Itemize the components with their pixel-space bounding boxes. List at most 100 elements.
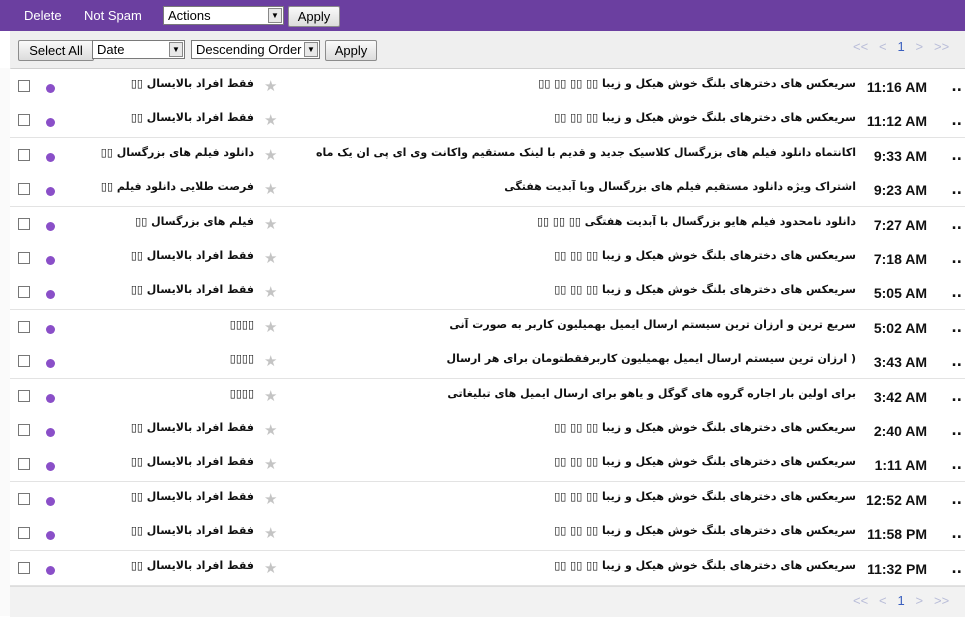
row-more[interactable]: .. — [951, 561, 962, 577]
row-checkbox[interactable] — [18, 424, 30, 436]
message-sender[interactable]: فقط افراد بالایسال ▯▯ — [74, 455, 254, 468]
delete-link[interactable]: Delete — [24, 8, 62, 23]
current-page[interactable]: 1 — [897, 593, 904, 608]
message-subject[interactable]: سریعکس های دخترهای بلنگ خوش هیکل و زیبا … — [296, 421, 856, 434]
message-row[interactable]: فقط افراد بالایسال ▯▯ ★ سریعکس های دخترهای… — [10, 482, 965, 517]
apply-sort-button[interactable]: Apply — [325, 40, 377, 61]
star-icon[interactable]: ★ — [264, 455, 277, 473]
message-row[interactable]: فقط افراد بالایسال ▯▯ ★ سریعکس های دخترهای… — [10, 103, 965, 138]
row-checkbox[interactable] — [18, 149, 30, 161]
message-row[interactable]: فقط افراد بالایسال ▯▯ ★ سریعکس های دخترهای… — [10, 275, 965, 310]
message-sender[interactable]: فقط افراد بالایسال ▯▯ — [74, 490, 254, 503]
star-icon[interactable]: ★ — [264, 215, 277, 233]
message-subject[interactable]: سریعکس های دخترهای بلنگ خوش هیکل و زیبا … — [296, 111, 856, 124]
first-page-link[interactable]: << — [853, 39, 868, 54]
row-more[interactable]: .. — [951, 217, 962, 233]
message-sender[interactable]: فیلم های بزرگسال ▯▯ — [74, 215, 254, 228]
actions-select[interactable]: Actions ▼ — [163, 6, 284, 25]
prev-page-link[interactable]: < — [879, 39, 887, 54]
apply-action-button[interactable]: Apply — [288, 6, 340, 27]
star-icon[interactable]: ★ — [264, 283, 277, 301]
sort-order-select[interactable]: Descending Order ▼ — [191, 40, 320, 59]
select-all-button[interactable]: Select All — [18, 40, 94, 61]
row-more[interactable]: .. — [951, 79, 962, 95]
star-icon[interactable]: ★ — [264, 146, 277, 164]
star-icon[interactable]: ★ — [264, 318, 277, 336]
row-checkbox[interactable] — [18, 458, 30, 470]
message-sender[interactable]: ▯▯▯▯ — [74, 352, 254, 365]
star-icon[interactable]: ★ — [264, 387, 277, 405]
chevron-down-icon[interactable]: ▼ — [268, 8, 282, 23]
last-page-link[interactable]: >> — [934, 39, 949, 54]
star-icon[interactable]: ★ — [264, 421, 277, 439]
message-row[interactable]: فیلم های بزرگسال ▯▯ ★ دانلود نامحدود فیلم … — [10, 207, 965, 242]
next-page-link[interactable]: > — [916, 593, 924, 608]
message-sender[interactable]: فرصت طلایی دانلود فیلم ▯▯ — [74, 180, 254, 193]
row-more[interactable]: .. — [951, 113, 962, 129]
message-row[interactable]: ▯▯▯▯ ★ ( ارزان ترین سیستم ارسال ایمیل بهمی… — [10, 344, 965, 379]
row-checkbox[interactable] — [18, 80, 30, 92]
message-row[interactable]: فقط افراد بالایسال ▯▯ ★ سریعکس های دخترهای… — [10, 447, 965, 482]
star-icon[interactable]: ★ — [264, 490, 277, 508]
message-subject[interactable]: دانلود نامحدود فیلم هایو بزرگسال با آبدی… — [296, 215, 856, 228]
star-icon[interactable]: ★ — [264, 524, 277, 542]
message-row[interactable]: فقط افراد بالایسال ▯▯ ★ سریعکس های دخترهای… — [10, 551, 965, 586]
message-subject[interactable]: سریعکس های دخترهای بلنگ خوش هیکل و زیبا … — [296, 77, 856, 90]
row-checkbox[interactable] — [18, 286, 30, 298]
row-checkbox[interactable] — [18, 493, 30, 505]
row-checkbox[interactable] — [18, 321, 30, 333]
last-page-link[interactable]: >> — [934, 593, 949, 608]
next-page-link[interactable]: > — [916, 39, 924, 54]
message-subject[interactable]: برای اولین بار اجاره گروه های گوگل و یاه… — [296, 387, 856, 400]
message-row[interactable]: فقط افراد بالایسال ▯▯ ★ سریعکس های دخترهای… — [10, 241, 965, 276]
current-page[interactable]: 1 — [897, 39, 904, 54]
message-sender[interactable]: فقط افراد بالایسال ▯▯ — [74, 249, 254, 262]
sort-field-select[interactable]: Date ▼ — [92, 40, 185, 59]
message-row[interactable]: فرصت طلایی دانلود فیلم ▯▯ ★ اشتراک ویژه دا… — [10, 172, 965, 207]
row-more[interactable]: .. — [951, 423, 962, 439]
message-row[interactable]: ▯▯▯▯ ★ سریع ترین و ارزان ترین سیستم ارسال … — [10, 310, 965, 345]
message-sender[interactable]: فقط افراد بالایسال ▯▯ — [74, 77, 254, 90]
row-more[interactable]: .. — [951, 457, 962, 473]
star-icon[interactable]: ★ — [264, 249, 277, 267]
row-checkbox[interactable] — [18, 527, 30, 539]
row-checkbox[interactable] — [18, 114, 30, 126]
row-more[interactable]: .. — [951, 182, 962, 198]
message-subject[interactable]: سریعکس های دخترهای بلنگ خوش هیکل و زیبا … — [296, 559, 856, 572]
message-subject[interactable]: سریعکس های دخترهای بلنگ خوش هیکل و زیبا … — [296, 249, 856, 262]
message-subject[interactable]: سریعکس های دخترهای بلنگ خوش هیکل و زیبا … — [296, 283, 856, 296]
chevron-down-icon[interactable]: ▼ — [304, 42, 318, 57]
not-spam-link[interactable]: Not Spam — [84, 8, 142, 23]
row-more[interactable]: .. — [951, 251, 962, 267]
message-row[interactable]: دانلود فیلم های بزرگسال ▯▯ ★ اکانتماه دانل… — [10, 138, 965, 173]
message-sender[interactable]: فقط افراد بالایسال ▯▯ — [74, 524, 254, 537]
message-subject[interactable]: سریع ترین و ارزان ترین سیستم ارسال ایمیل… — [296, 318, 856, 331]
message-subject[interactable]: سریعکس های دخترهای بلنگ خوش هیکل و زیبا … — [296, 524, 856, 537]
row-more[interactable]: .. — [951, 320, 962, 336]
star-icon[interactable]: ★ — [264, 559, 277, 577]
message-subject[interactable]: سریعکس های دخترهای بلنگ خوش هیکل و زیبا … — [296, 455, 856, 468]
message-row[interactable]: فقط افراد بالایسال ▯▯ ★ سریعکس های دخترهای… — [10, 516, 965, 551]
message-sender[interactable]: فقط افراد بالایسال ▯▯ — [74, 559, 254, 572]
star-icon[interactable]: ★ — [264, 77, 277, 95]
row-checkbox[interactable] — [18, 390, 30, 402]
message-sender[interactable]: دانلود فیلم های بزرگسال ▯▯ — [74, 146, 254, 159]
star-icon[interactable]: ★ — [264, 111, 277, 129]
row-more[interactable]: .. — [951, 526, 962, 542]
row-more[interactable]: .. — [951, 354, 962, 370]
message-subject[interactable]: سریعکس های دخترهای بلنگ خوش هیکل و زیبا … — [296, 490, 856, 503]
message-subject[interactable]: اشتراک ویژه دانلود مستقیم فیلم های بزرگس… — [296, 180, 856, 193]
message-row[interactable]: فقط افراد بالایسال ▯▯ ★ سریعکس های دخترهای… — [10, 69, 965, 104]
chevron-down-icon[interactable]: ▼ — [169, 42, 183, 57]
row-more[interactable]: .. — [951, 492, 962, 508]
row-more[interactable]: .. — [951, 389, 962, 405]
message-sender[interactable]: ▯▯▯▯ — [74, 387, 254, 400]
message-sender[interactable]: فقط افراد بالایسال ▯▯ — [74, 111, 254, 124]
message-sender[interactable]: فقط افراد بالایسال ▯▯ — [74, 421, 254, 434]
message-subject[interactable]: ( ارزان ترین سیستم ارسال ایمیل بهمیلیون … — [296, 352, 856, 365]
row-checkbox[interactable] — [18, 562, 30, 574]
message-row[interactable]: فقط افراد بالایسال ▯▯ ★ سریعکس های دخترهای… — [10, 413, 965, 448]
message-sender[interactable]: ▯▯▯▯ — [74, 318, 254, 331]
row-more[interactable]: .. — [951, 148, 962, 164]
message-subject[interactable]: اکانتماه دانلود فیلم های بزرگسال کلاسیک … — [296, 146, 856, 159]
